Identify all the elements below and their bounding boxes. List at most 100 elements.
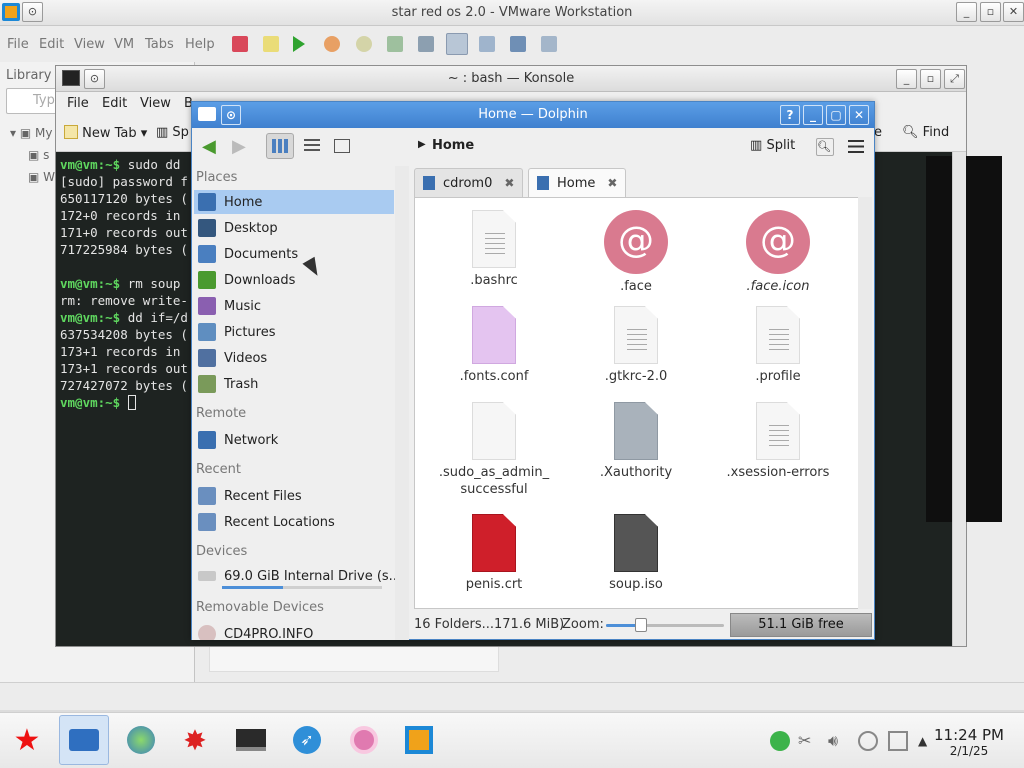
place-recent-files[interactable]: Recent Files xyxy=(194,484,394,508)
place-documents[interactable]: Documents xyxy=(194,242,394,266)
file-item[interactable]: .bashrc xyxy=(429,210,559,289)
konsole-close-button[interactable]: ⤢ xyxy=(944,69,965,89)
vmware-close-button[interactable]: ✕ xyxy=(1003,2,1024,22)
konsole-maximize-button[interactable]: ▫ xyxy=(920,69,941,89)
vmware-menu-view[interactable]: View xyxy=(74,37,105,52)
play-icon[interactable] xyxy=(293,36,305,52)
vmware-icon xyxy=(405,726,433,754)
zoom-slider[interactable] xyxy=(606,618,724,632)
dolphin-help-button[interactable]: ? xyxy=(780,105,800,125)
snapshot-icon[interactable] xyxy=(356,36,372,52)
library-tree-item[interactable]: ▾ ▣ My xyxy=(10,126,52,140)
documents-folder-icon xyxy=(198,245,216,263)
place-recent-locations[interactable]: Recent Locations xyxy=(194,510,394,534)
file-item[interactable]: @ .face xyxy=(571,210,701,295)
display-icon[interactable] xyxy=(888,731,908,751)
icons-view-button[interactable] xyxy=(266,133,294,159)
redstar-logo-icon: ★ xyxy=(13,722,41,758)
file-item[interactable]: .gtkrc-2.0 xyxy=(571,306,701,385)
back-arrow-icon[interactable]: ◀ xyxy=(202,138,216,156)
revert-snapshot-icon[interactable] xyxy=(387,36,403,52)
clock[interactable]: 11:24 PM 2/1/25 xyxy=(934,726,1004,758)
split-button[interactable]: ▥ Split xyxy=(744,134,801,160)
library-tree-item[interactable]: ▣ s xyxy=(28,148,49,162)
file-item[interactable]: .fonts.conf xyxy=(429,306,559,385)
tab-home[interactable]: Home ✖ xyxy=(528,168,627,197)
compact-view-button[interactable] xyxy=(298,133,326,159)
place-pictures[interactable]: Pictures xyxy=(194,320,394,344)
place-downloads[interactable]: Downloads xyxy=(194,268,394,292)
vmware-menu-help[interactable]: Help xyxy=(185,37,215,52)
thumbnail-bar-icon[interactable] xyxy=(479,36,495,52)
start-menu-button[interactable]: ★ xyxy=(2,715,52,765)
vmware-menu-file[interactable]: File xyxy=(7,37,29,52)
breadcrumb-home[interactable]: Home xyxy=(432,138,474,153)
konsole-menu-edit[interactable]: Edit xyxy=(102,96,127,111)
taskbar-app[interactable]: ✸ xyxy=(170,715,220,765)
konsole-toolbar-partial[interactable]: e xyxy=(874,125,882,140)
place-desktop[interactable]: Desktop xyxy=(194,216,394,240)
taskbar-dolphin[interactable] xyxy=(59,715,109,765)
file-item[interactable]: .sudo_as_admin_ successful xyxy=(429,402,559,498)
place-network[interactable]: Network xyxy=(194,428,394,452)
new-tab-button[interactable]: New Tab ▾ xyxy=(64,125,147,141)
zoom-slider-handle[interactable] xyxy=(635,618,648,632)
konsole-minimize-button[interactable]: _ xyxy=(896,69,917,89)
hamburger-menu-icon[interactable] xyxy=(848,140,864,153)
clipboard-icon[interactable]: ✂ xyxy=(798,731,818,751)
file-view-scrollbar[interactable] xyxy=(858,197,872,609)
forward-arrow-icon[interactable]: ▶ xyxy=(232,138,246,156)
network-status-icon[interactable] xyxy=(770,731,790,751)
file-item[interactable]: @ .face.icon xyxy=(713,210,843,295)
unity-icon[interactable] xyxy=(541,36,557,52)
taskbar-vmware[interactable] xyxy=(394,715,444,765)
dolphin-minimize-button[interactable]: _ xyxy=(803,105,823,125)
library-tree-item[interactable]: ▣ W xyxy=(28,170,55,184)
vmware-menu-edit[interactable]: Edit xyxy=(39,37,64,52)
dolphin-maximize-button[interactable]: ▢ xyxy=(826,105,846,125)
search-button[interactable]: 🔍︎ xyxy=(816,138,834,156)
file-view[interactable]: .bashrc @ .face @ .face.icon .fonts.conf .gtkr… xyxy=(414,197,860,609)
place-home[interactable]: Home xyxy=(194,190,394,214)
place-videos[interactable]: Videos xyxy=(194,346,394,370)
place-trash[interactable]: Trash xyxy=(194,372,394,396)
fullscreen-icon[interactable] xyxy=(510,36,526,52)
dolphin-close-button[interactable]: ✕ xyxy=(849,105,869,125)
details-view-button[interactable] xyxy=(328,133,356,159)
close-tab-icon[interactable]: ✖ xyxy=(607,176,617,190)
konsole-menu-view[interactable]: View xyxy=(140,96,171,111)
konsole-menu-file[interactable]: File xyxy=(67,96,89,111)
device-internal-drive[interactable]: 69.0 GiB Internal Drive (s... xyxy=(194,564,396,588)
terminal-scrollbar[interactable] xyxy=(952,152,966,646)
places-scrollbar[interactable] xyxy=(395,166,409,640)
vmware-menu-tabs[interactable]: Tabs xyxy=(145,37,174,52)
recent-files-icon xyxy=(198,487,216,505)
vmware-menu-vm[interactable]: VM xyxy=(114,37,134,52)
file-item[interactable]: .profile xyxy=(713,306,843,385)
close-tab-icon[interactable]: ✖ xyxy=(504,176,514,190)
tab-cdrom0[interactable]: cdrom0 ✖ xyxy=(414,168,524,197)
restart-icon[interactable] xyxy=(324,36,340,52)
taskbar-player[interactable] xyxy=(339,715,389,765)
manage-snapshots-icon[interactable] xyxy=(418,36,434,52)
file-item[interactable]: .xsession-errors xyxy=(713,402,843,481)
stop-icon[interactable] xyxy=(232,36,248,52)
vpn-icon[interactable] xyxy=(858,731,878,751)
split-view-button[interactable]: ▥ Sp xyxy=(156,125,189,140)
pause-icon[interactable] xyxy=(263,36,279,52)
taskbar-network-app[interactable]: ➶ xyxy=(282,715,332,765)
taskbar-browser[interactable] xyxy=(116,715,166,765)
device-cd4pro[interactable]: CD4PRO.INFO xyxy=(194,622,394,640)
file-item[interactable]: soup.iso xyxy=(571,514,701,593)
find-button[interactable]: 🔍︎ Find xyxy=(902,125,949,140)
sidebar-toggle-icon[interactable] xyxy=(446,33,468,55)
free-space-button[interactable]: 51.1 GiB free xyxy=(730,613,872,637)
place-music[interactable]: Music xyxy=(194,294,394,318)
file-item[interactable]: .Xauthority xyxy=(571,402,701,481)
file-item[interactable]: penis.crt xyxy=(429,514,559,593)
vmware-maximize-button[interactable]: ▫ xyxy=(980,2,1001,22)
volume-icon[interactable]: 🔊︎ xyxy=(828,731,848,751)
home-folder-icon xyxy=(198,193,216,211)
taskbar-konsole[interactable] xyxy=(226,715,276,765)
vmware-minimize-button[interactable]: _ xyxy=(956,2,977,22)
